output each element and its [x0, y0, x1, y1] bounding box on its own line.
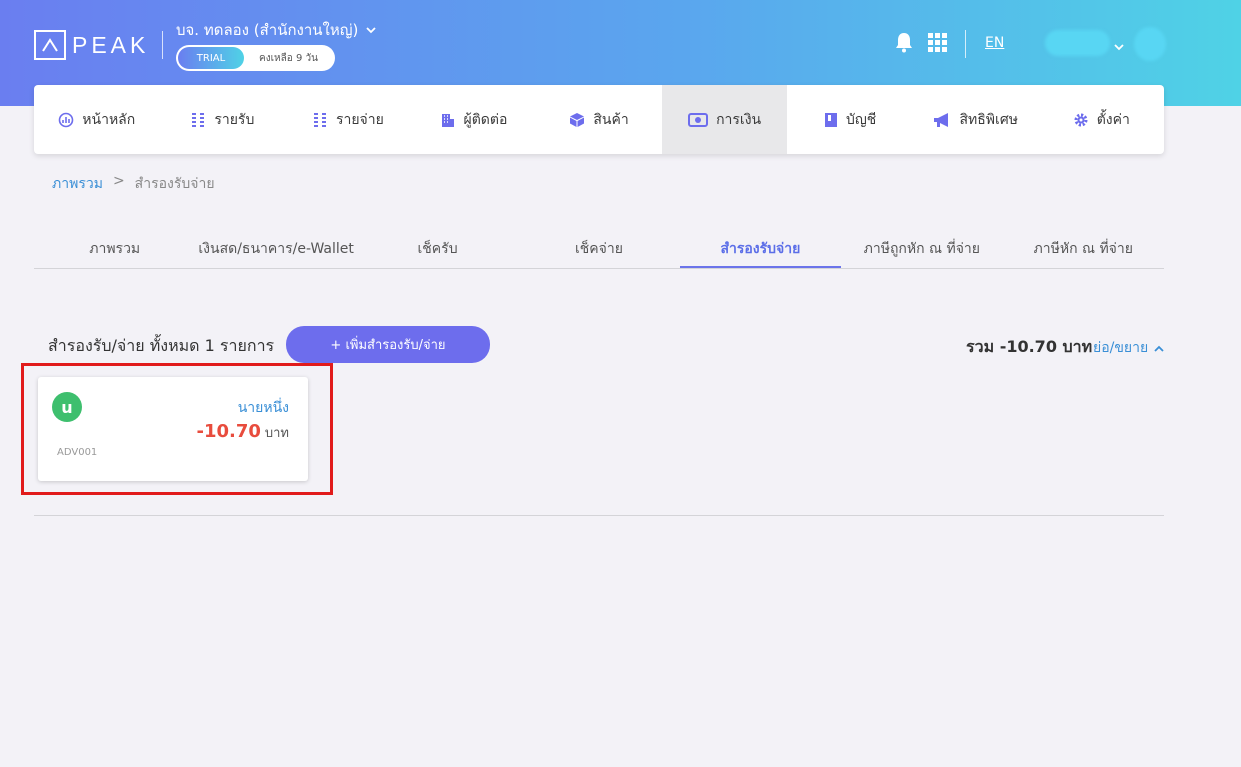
header-divider — [162, 31, 163, 59]
nav-item-finance[interactable]: การเงิน — [661, 85, 788, 154]
logo-mark — [34, 30, 66, 60]
breadcrumb: ภาพรวม > สำรองรับจ่าย — [52, 173, 215, 195]
trial-badge: TRIAL — [178, 47, 244, 69]
breadcrumb-separator: > — [112, 173, 125, 189]
nav-item-contacts[interactable]: ผู้ติดต่อ — [411, 85, 537, 154]
nav-label: รายจ่าย — [335, 111, 384, 128]
add-advance-button[interactable]: + เพิ่มสำรองรับ/จ่าย — [286, 326, 490, 363]
dashboard-icon — [58, 112, 74, 127]
chevron-down-icon — [366, 26, 377, 33]
apps-grid-icon[interactable] — [928, 33, 947, 52]
collapse-label: ย่อ/ขยาย — [1093, 340, 1149, 356]
section-divider — [34, 515, 1164, 516]
avatar[interactable] — [1134, 27, 1166, 61]
nav-item-products[interactable]: สินค้า — [536, 85, 662, 154]
tab-cheque-paid[interactable]: เช็คจ่าย — [518, 228, 679, 268]
trial-remaining: คงเหลือ 9 วัน — [259, 52, 318, 64]
language-switch[interactable]: EN — [985, 35, 1004, 51]
finance-tabs: ภาพรวม เงินสด/ธนาคาร/e-Wallet เช็ครับ เช… — [34, 228, 1164, 269]
bell-icon[interactable] — [894, 31, 914, 57]
main-nav: หน้าหลัก รายรับ รายจ่าย ผู้ติดต่อ สินค้า… — [34, 85, 1164, 154]
nav-item-expense[interactable]: รายจ่าย — [285, 85, 411, 154]
list-title: สำรองรับ/จ่าย ทั้งหมด 1 รายการ — [48, 336, 275, 355]
trial-status: TRIAL คงเหลือ 9 วัน — [176, 45, 335, 71]
tab-wht-deducted[interactable]: ภาษีถูกหัก ณ ที่จ่าย — [841, 228, 1002, 268]
box-icon — [570, 112, 585, 127]
megaphone-icon — [934, 112, 949, 127]
company-name: บจ. ทดลอง (สำนักงานใหญ่) — [176, 21, 359, 39]
chevron-down-icon[interactable] — [1114, 36, 1124, 55]
collapse-toggle[interactable]: ย่อ/ขยาย — [1093, 337, 1164, 359]
nav-item-accounting[interactable]: บัญชี — [787, 85, 913, 154]
tab-cheque-received[interactable]: เช็ครับ — [357, 228, 518, 268]
nav-item-home[interactable]: หน้าหลัก — [34, 85, 160, 154]
user-name-redacted[interactable] — [1045, 30, 1110, 56]
nav-item-privileges[interactable]: สิทธิพิเศษ — [913, 85, 1039, 154]
tab-cash-bank[interactable]: เงินสด/ธนาคาร/e-Wallet — [195, 228, 356, 268]
peak-logo[interactable]: PEAK — [34, 30, 149, 60]
ledger-icon — [824, 112, 837, 127]
nav-item-settings[interactable]: ตั้งค่า — [1039, 85, 1165, 154]
building-icon — [441, 113, 454, 127]
coins-icon — [192, 112, 205, 127]
nav-label: ตั้งค่า — [1096, 111, 1130, 128]
header-divider — [965, 30, 966, 58]
list-total: รวม -10.70 บาท — [966, 337, 1093, 356]
nav-item-income[interactable]: รายรับ — [160, 85, 286, 154]
highlight-box — [21, 363, 333, 495]
tab-wht-withheld[interactable]: ภาษีหัก ณ ที่จ่าย — [1003, 228, 1164, 268]
nav-label: สิทธิพิเศษ — [959, 111, 1018, 128]
company-selector[interactable]: บจ. ทดลอง (สำนักงานใหญ่) — [176, 18, 377, 42]
breadcrumb-root[interactable]: ภาพรวม — [52, 173, 103, 195]
coins-icon — [313, 112, 326, 127]
gear-icon — [1074, 113, 1088, 126]
tab-advances[interactable]: สำรองรับจ่าย — [679, 228, 842, 268]
nav-label: สินค้า — [593, 111, 629, 128]
money-icon — [688, 112, 709, 127]
nav-label: บัญชี — [845, 111, 877, 128]
nav-label: รายรับ — [214, 111, 255, 128]
nav-label: หน้าหลัก — [82, 111, 136, 128]
nav-label: ผู้ติดต่อ — [463, 111, 508, 128]
breadcrumb-current: สำรองรับจ่าย — [134, 176, 215, 192]
tab-overview[interactable]: ภาพรวม — [34, 228, 195, 268]
nav-label: การเงิน — [716, 111, 762, 128]
chevron-up-icon — [1154, 345, 1164, 352]
logo-text: PEAK — [72, 31, 150, 58]
